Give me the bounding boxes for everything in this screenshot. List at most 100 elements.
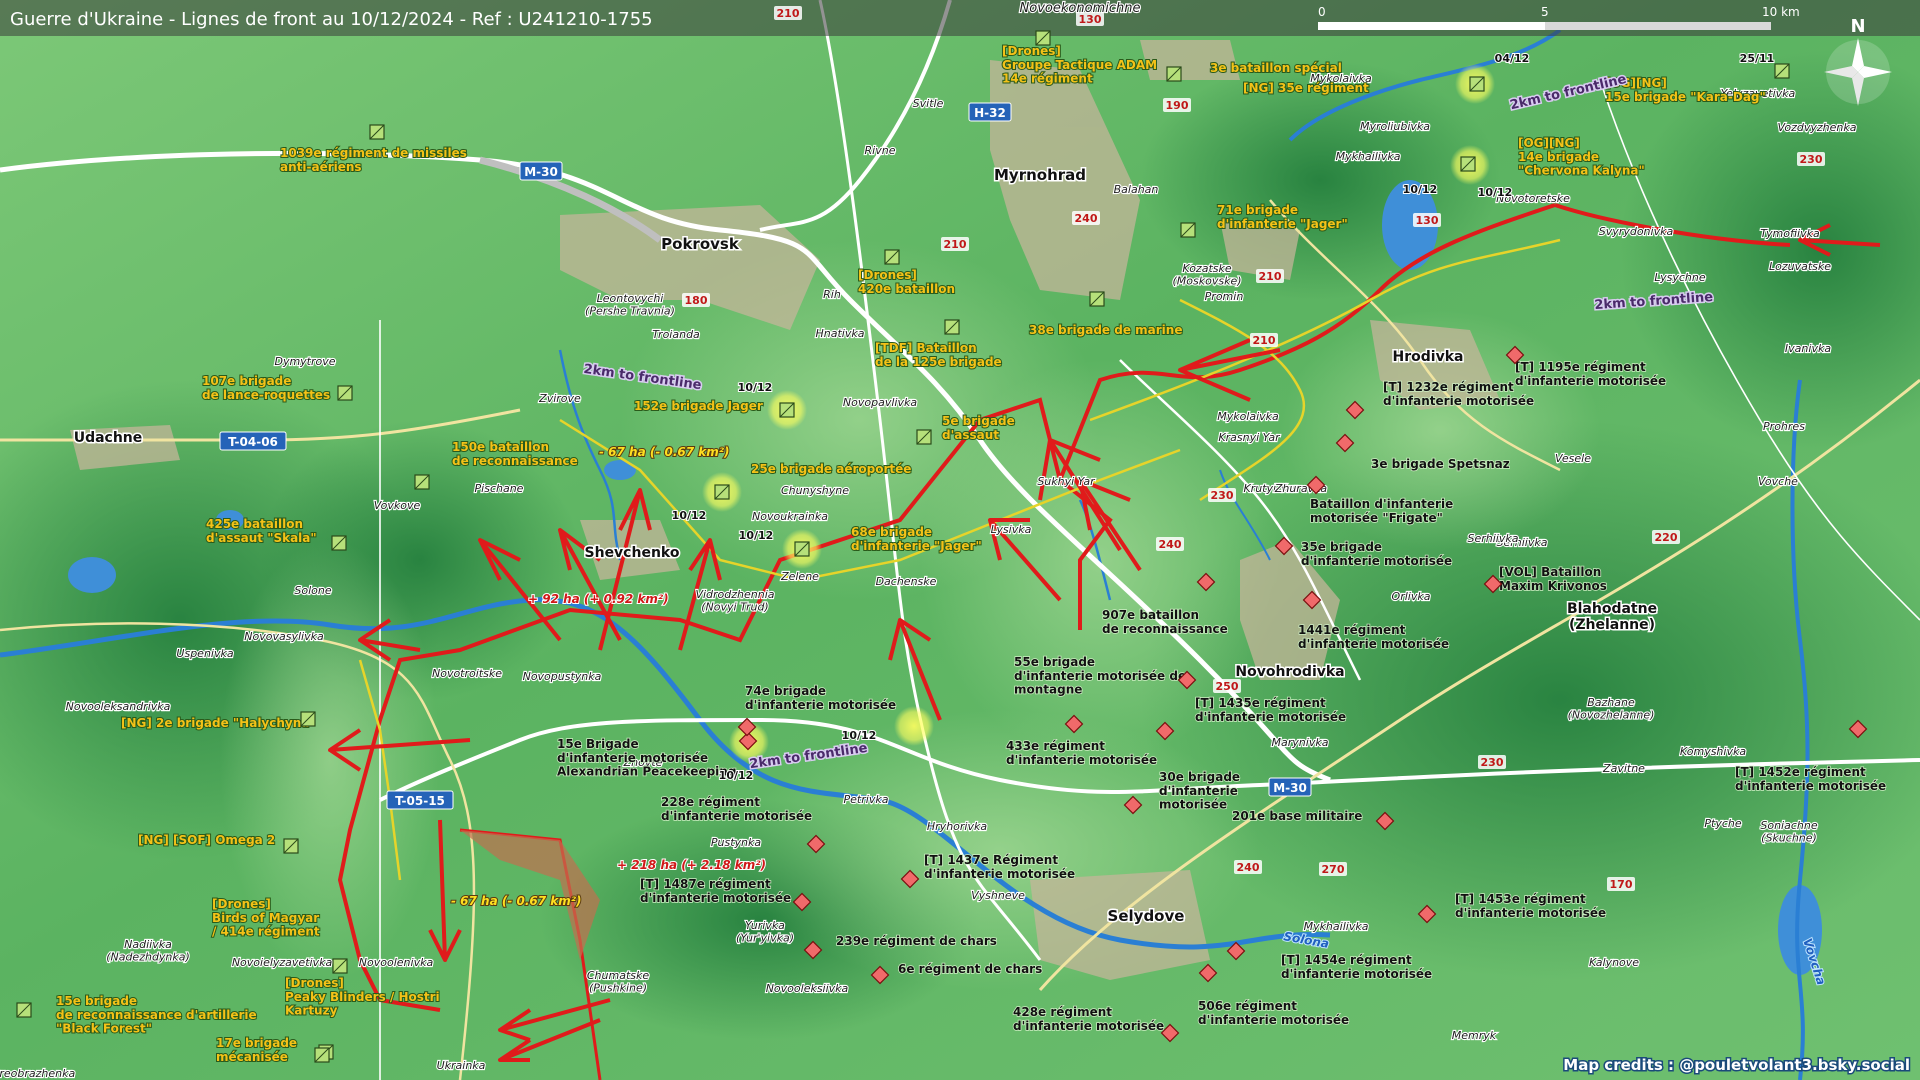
town-label: Myroliubivka — [1360, 120, 1430, 133]
ukr-unit-label: 38e brigade de marine — [1029, 323, 1182, 337]
scale-label-0: 0 — [1318, 5, 1326, 19]
town-label: Novoekonomichne — [1020, 1, 1141, 16]
ru-unit-label: 201e base militaire — [1232, 809, 1362, 823]
town-label: Tymofiivka — [1760, 227, 1820, 240]
town-label: Novotroitske — [432, 667, 502, 680]
date-label: 10/12 — [1478, 186, 1513, 199]
town-label: Vidrodzhennia (Novyi Trud) — [695, 588, 774, 614]
road-number: 250 — [1216, 680, 1239, 693]
town-label: Ivanivka — [1785, 342, 1831, 355]
town-label: Krasnyi Yar — [1218, 431, 1281, 444]
town-label: Novoukrainka — [752, 510, 828, 523]
date-label: 10/12 — [738, 381, 773, 394]
road-number: 230 — [1800, 153, 1823, 166]
town-label: Ukrainka — [437, 1059, 486, 1072]
road-badge-label: T-04-06 — [228, 435, 278, 449]
road-number: 240 — [1159, 538, 1182, 551]
ru-unit-label: [VOL] Bataillon Maxim Krivonos — [1499, 565, 1607, 593]
town-label: Orlivka — [1392, 590, 1431, 603]
map-credit: Map credits : @pouletvolant3.bsky.social — [1563, 1056, 1910, 1074]
road-number: 210 — [1259, 270, 1282, 283]
road-number: 190 — [1166, 99, 1189, 112]
area-change-label: + 218 ha (+ 2.18 km²) — [617, 858, 766, 872]
town-label: Kozatske (Moskovske) — [1172, 262, 1241, 288]
town-label: Promin — [1205, 290, 1244, 303]
town-label: Vozdvyzhenka — [1778, 121, 1857, 134]
town-label: Leontovychi (Pershe Travnia) — [585, 292, 675, 318]
ru-unit-label: 3e brigade Spetsnaz — [1371, 457, 1510, 471]
date-label: 10/12 — [842, 729, 877, 742]
road-number: 170 — [1610, 878, 1633, 891]
road-number: 240 — [1075, 212, 1098, 225]
north-label: N — [1850, 16, 1865, 37]
town-label: Novohrodivka — [1235, 664, 1344, 680]
town-label: Zvirove — [538, 392, 581, 405]
date-label: 25/11 — [1740, 52, 1775, 65]
ru-unit-label: [T] 1487e régiment d'infanterie motorisée — [640, 877, 791, 905]
town-label: Mykhailivka — [1336, 150, 1401, 163]
town-label: Marynivka — [1272, 736, 1329, 749]
road-number: 130 — [1416, 214, 1439, 227]
road-number: 220 — [1655, 531, 1678, 544]
road-number: 270 — [1322, 863, 1345, 876]
town-label: Kalynove — [1589, 956, 1639, 969]
town-label: Shevchenko — [585, 545, 680, 561]
town-label: Lozuvatske — [1769, 260, 1831, 273]
town-label: Svyrydonivka — [1599, 225, 1674, 238]
road-number: 230 — [1481, 756, 1504, 769]
ukr-unit-label: 425e bataillon d'assaut "Skala" — [206, 517, 317, 545]
ru-unit-label: [T] 1232e régiment d'infanterie motorisée — [1383, 380, 1534, 408]
town-label: Rih — [823, 288, 841, 301]
town-label: Pokrovsk — [661, 235, 740, 253]
ukr-unit-label: [NG] 35e régiment — [1243, 81, 1369, 95]
town-label: Memryk — [1452, 1029, 1497, 1042]
road-number: 230 — [1211, 489, 1234, 502]
ukr-unit-label: 17e brigade mécanisée — [216, 1036, 297, 1064]
ru-unit-label: [T] 1437e Régiment d'infanterie motorisée — [924, 853, 1075, 881]
road-number: 210 — [944, 238, 967, 251]
scale-label-10: 10 km — [1762, 5, 1800, 19]
town-label: Blahodatne (Zhelanne) — [1567, 601, 1657, 633]
town-label: Komyshivka — [1680, 745, 1746, 758]
ukr-unit-label: 3e bataillon spécial — [1210, 61, 1342, 75]
town-label: Pischane — [475, 482, 524, 495]
ru-unit-label: [T] 1452e régiment d'infanterie motorisée — [1735, 765, 1886, 793]
town-label: Vovkove — [374, 499, 421, 512]
town-label: Troianda — [652, 328, 700, 341]
ru-unit-label: 6e régiment de chars — [898, 962, 1042, 976]
town-label: Chumatske (Pushkine) — [587, 969, 649, 995]
date-label: 04/12 — [1495, 52, 1530, 65]
town-label: Vesele — [1555, 452, 1591, 465]
town-label: Novopavlivka — [843, 396, 917, 409]
ukr-unit-label: 152e brigade Jager — [634, 399, 763, 413]
town-label: Udachne — [74, 430, 143, 446]
town-label: Mykhailivka — [1304, 920, 1369, 933]
town-label: Dymytrove — [274, 355, 335, 368]
town-label: Novooleksandrivka — [66, 700, 171, 713]
town-label: Novoolenivka — [359, 956, 434, 969]
town-label: Serhiivka — [1468, 532, 1519, 545]
town-label: Sukhyi Yar — [1037, 475, 1096, 488]
town-label: Petrivka — [844, 793, 889, 806]
town-label: Zelene — [780, 570, 819, 583]
town-label: Lysivka — [991, 523, 1032, 536]
road-number: 210 — [1253, 334, 1276, 347]
ru-unit-label: [T] 1454e régiment d'infanterie motorisée — [1281, 953, 1432, 981]
town-label: Pustynka — [711, 836, 762, 849]
town-label: Uspenivka — [176, 647, 233, 660]
town-label: Ptyche — [1704, 817, 1741, 830]
map-canvas[interactable]: Guerre d'Ukraine - Lignes de front au 10… — [0, 0, 1920, 1080]
town-label: Hrodivka — [1393, 349, 1464, 365]
header-bar: Guerre d'Ukraine - Lignes de front au 10… — [0, 0, 1920, 36]
town-label: Vyshneve — [971, 889, 1025, 902]
ukr-unit-label: 25e brigade aéroportée — [751, 462, 911, 476]
town-label: Novopustynka — [523, 670, 602, 683]
ukr-unit-label: [NG] [SOF] Omega 2 — [138, 833, 275, 847]
town-label: Solone — [294, 584, 331, 597]
ru-unit-label: 239e régiment de chars — [836, 934, 997, 948]
ru-unit-label: [T] 1453e régiment d'infanterie motorisée — [1455, 892, 1606, 920]
map-title: Guerre d'Ukraine - Lignes de front au 10… — [10, 9, 653, 30]
road-number: 180 — [685, 294, 708, 307]
road-number: 210 — [777, 7, 800, 20]
town-label: Balahan — [1114, 183, 1159, 196]
